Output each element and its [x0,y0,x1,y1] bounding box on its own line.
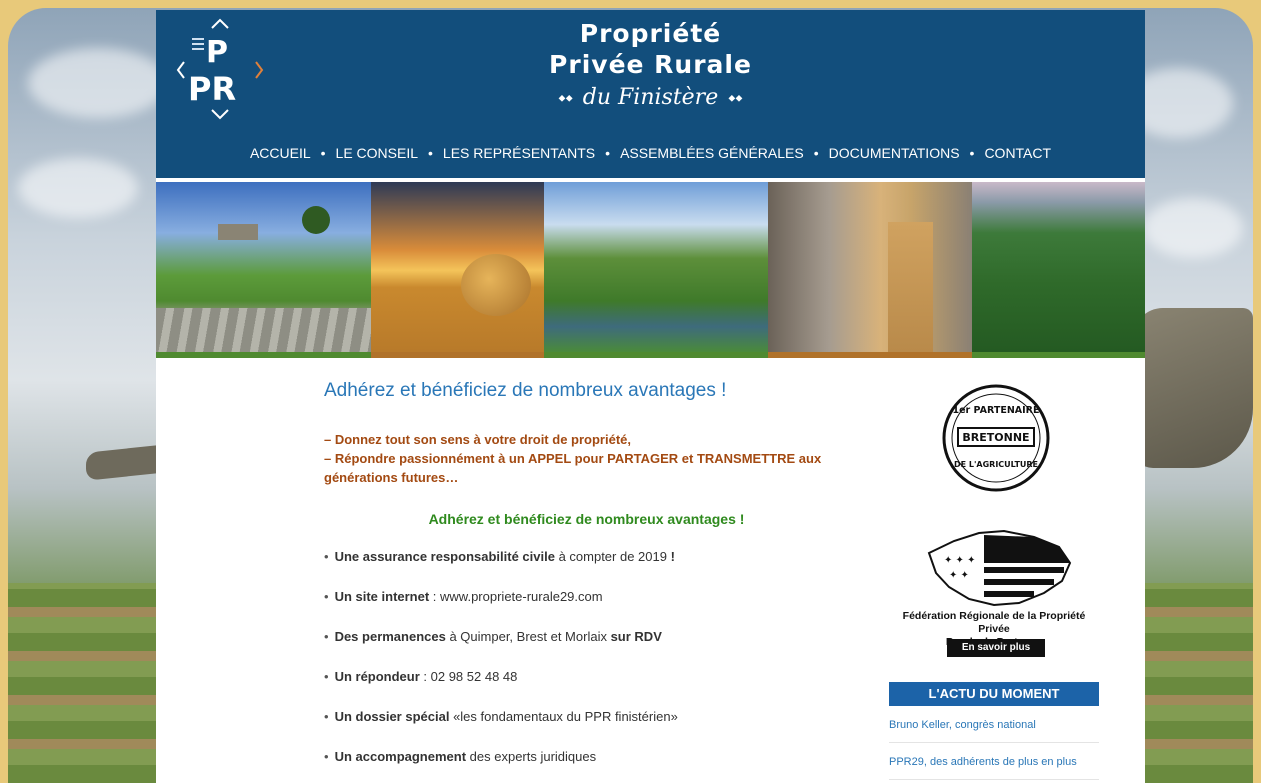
bullet: • [324,749,329,764]
benefit-text: : 02 98 52 48 48 [419,669,518,684]
brittany-flag-map-logo[interactable]: ✦ ✦ ✦ ✦ ✦ [924,523,1074,609]
page-container: P PR Propriété Privée Rurale ⬩⬩ du Finist… [156,10,1145,783]
title-line-3: ⬩⬩ du Finistère ⬩⬩ [156,85,1145,110]
list-item: • Des permanences à Quimper, Brest et Mor… [324,627,849,667]
main-content: Adhérez et bénéficiez de nombreux avanta… [324,380,849,783]
page-heading: Adhérez et bénéficiez de nombreux avanta… [324,380,727,401]
news-list: Bruno Keller, congrès national PPR29, de… [889,718,1099,783]
news-item-link[interactable]: PPR29, des adhérents de plus en plus [889,755,1099,780]
banner-photo-grain [768,182,972,352]
list-item: • Un répondeur : 02 98 52 48 48 [324,667,849,707]
benefit-title: Un répondeur [334,669,420,684]
benefit-tail: sur RDV [610,629,662,644]
benefit-title: Un site internet [334,589,430,604]
nav-separator: • [320,145,326,161]
list-item: • Une assurance responsabilité civile à c… [324,547,849,587]
banner-photo-countryside [156,182,371,352]
bullet: • [324,549,329,564]
benefit-tail: ! [670,549,675,564]
benefit-text: des experts juridiques [466,749,597,764]
news-item-link[interactable]: Bruno Keller, congrès national [889,718,1099,743]
nav-item-le-conseil[interactable]: LE CONSEIL [336,145,418,161]
benefit-text: à compter de 2019 [554,549,671,564]
nav-separator: • [813,145,819,161]
benefit-title: Un accompagnement [334,749,467,764]
stamp-bottom-text: DE L'AGRICULTURE [954,460,1038,469]
stamp-mid-text: BRETONNE [962,431,1029,444]
site-title: Propriété Privée Rurale ⬩⬩ du Finistère ⬩⬩ [156,18,1145,110]
list-item: • Un site internet : www.propriete-rurale… [324,587,849,627]
list-item: • Un accompagnement des experts juridique… [324,747,849,783]
main-nav: ACCUEIL • LE CONSEIL • LES REPRÉSENTANTS • ASS… [156,145,1145,161]
bullet: • [324,709,329,724]
benefit-text: : www.propriete-rurale29.com [429,589,603,604]
ermine-icon: ⬩⬩ [728,85,743,109]
benefit-title: Un dossier spécial [334,709,450,724]
photo-banner [156,182,1145,352]
list-item: • Un dossier spécial «les fondamentaux du… [324,707,849,747]
stamp-top-text: 1er PARTENAIRE [953,405,1040,416]
nav-item-accueil[interactable]: ACCUEIL [250,145,311,161]
nav-item-les-representants[interactable]: LES REPRÉSENTANTS [443,145,595,161]
partner-stamp-logo[interactable]: BRETONNE 1er PARTENAIRE DE L'AGRICULTURE [941,383,1051,493]
title-line-2: Privée Rurale [549,50,752,79]
news-heading: L'ACTU DU MOMENT [889,682,1099,706]
banner-photo-crops [972,182,1145,352]
sub-heading: Adhérez et bénéficiez de nombreux avanta… [428,511,745,527]
svg-text:✦ ✦ ✦: ✦ ✦ ✦ [944,555,976,566]
federation-line-1: Fédération Régionale de la Propriété Pri… [902,610,1086,635]
intro-line-2: – Répondre passionnément à un APPEL pour… [324,451,822,485]
title-line-1: Propriété [579,19,722,48]
nav-separator: • [428,145,433,161]
benefit-title: Des permanences [334,629,446,644]
title-line-3-text: du Finistère [582,85,719,110]
nav-separator: • [969,145,975,161]
intro-text: – Donnez tout son sens à votre droit de … [324,430,849,487]
nav-item-contact[interactable]: CONTACT [984,145,1051,161]
svg-text:✦ ✦: ✦ ✦ [949,570,969,581]
banner-strip [156,352,1145,358]
bullet: • [324,629,329,644]
federation-more-button[interactable]: En savoir plus [947,639,1045,657]
benefit-text: «les fondamentaux du PPR finistérien» [449,709,678,724]
banner-photo-hay-bale [371,182,544,352]
nav-item-assemblees-generales[interactable]: ASSEMBLÉES GÉNÉRALES [620,145,804,161]
nav-item-documentations[interactable]: DOCUMENTATIONS [829,145,960,161]
site-header: P PR Propriété Privée Rurale ⬩⬩ du Finist… [156,10,1145,178]
bullet: • [324,589,329,604]
benefits-list: • Une assurance responsabilité civile à c… [324,547,849,783]
ermine-icon: ⬩⬩ [558,85,573,109]
intro-line-1: – Donnez tout son sens à votre droit de … [324,432,631,447]
bullet: • [324,669,329,684]
nav-separator: • [605,145,611,161]
benefit-text: à Quimper, Brest et Morlaix [445,629,611,644]
benefit-title: Une assurance responsabilité civile [334,549,555,564]
banner-photo-valley [544,182,768,352]
